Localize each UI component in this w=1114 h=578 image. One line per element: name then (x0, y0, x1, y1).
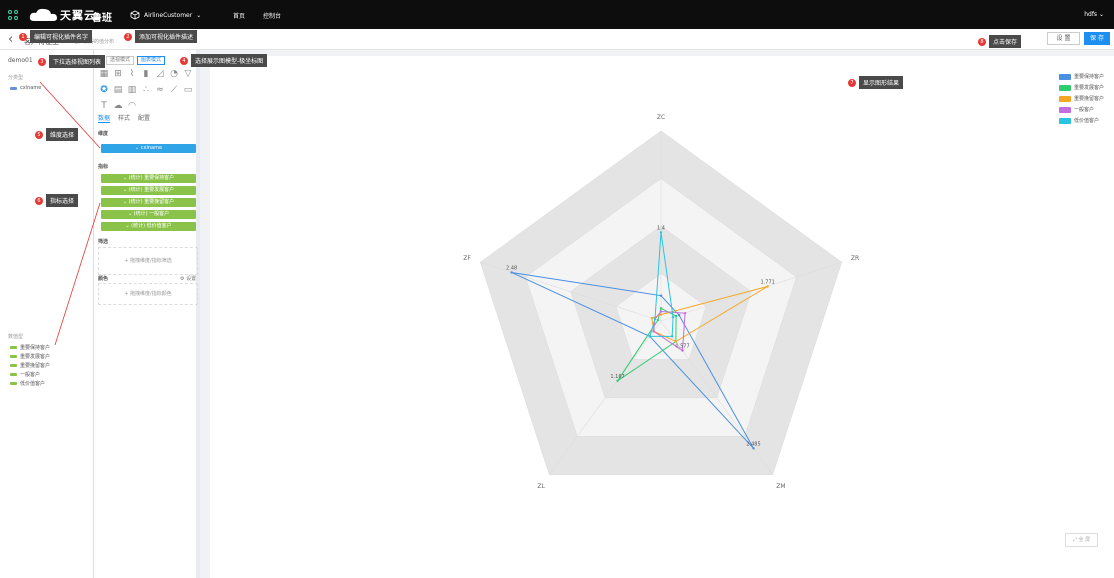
annotation-arrows (39, 81, 101, 346)
arrow-to-dimension (39, 81, 101, 149)
arrow-to-indicator (54, 202, 101, 346)
